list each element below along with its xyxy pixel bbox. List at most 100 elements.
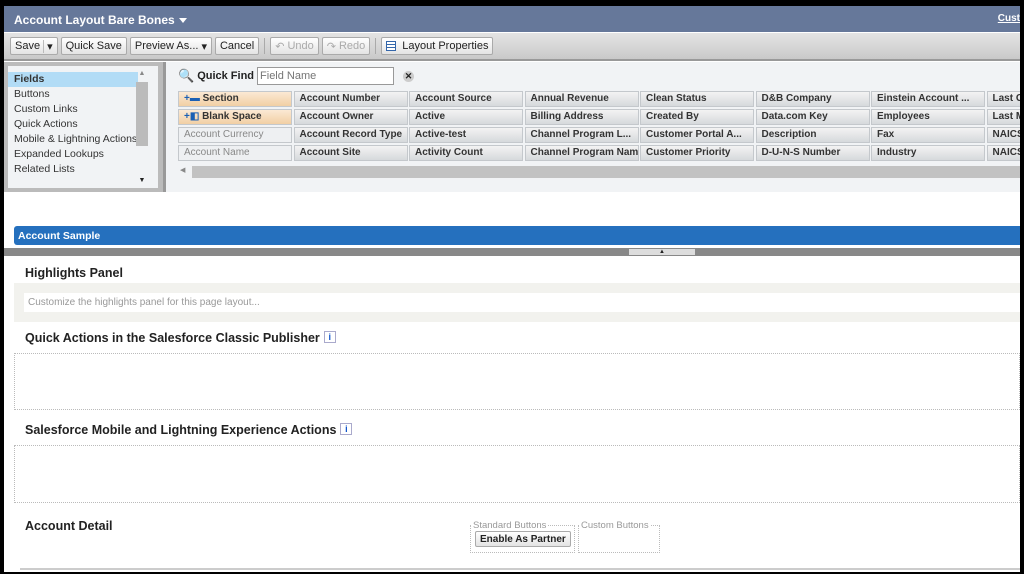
cancel-button[interactable]: Cancel [214, 37, 260, 55]
palette-resize-bar[interactable]: ▲ [4, 248, 1020, 256]
palette-fields: 🔍 Quick Find ✕ +▬ Section Account Number A… [163, 62, 1020, 192]
palette-field-label: Clean Status [646, 93, 707, 104]
palette-field-label: D-U-N-S Number [761, 147, 841, 158]
redo-button[interactable]: ↷ Redo [321, 37, 371, 55]
collapse-handle-icon[interactable]: ▲ [629, 249, 695, 255]
preview-as-label: Preview As... [134, 40, 199, 52]
palette-field[interactable]: Account Number [293, 91, 408, 107]
palette: Fields Buttons Custom Links Quick Actions Mo… [4, 62, 1020, 256]
palette-field[interactable]: Customer Priority [640, 145, 754, 161]
palette-field[interactable]: Channel Program Name [524, 145, 639, 161]
header-link[interactable]: Cust [998, 13, 1020, 24]
palette-field-label: Active-test [415, 129, 467, 140]
category-scrollbar[interactable]: ▲ ▼ [136, 70, 148, 184]
caret-down-icon[interactable]: ▾ [43, 39, 53, 53]
quick-actions-label: Quick Actions in the Salesforce Classic … [25, 331, 320, 345]
scroll-thumb[interactable] [192, 166, 1020, 178]
undo-icon: ↶ [275, 40, 285, 53]
palette-field[interactable]: D-U-N-S Number [755, 145, 870, 161]
palette-field-label: Channel Program Name [530, 147, 639, 158]
palette-field-label: Billing Address [530, 111, 604, 122]
palette-field[interactable]: Customer Portal A... [640, 127, 754, 143]
palette-field-label: Fax [877, 129, 895, 140]
palette-field[interactable]: Account Name [178, 145, 292, 161]
palette-field[interactable]: Clean Status [640, 91, 754, 107]
quick-find-input[interactable] [257, 67, 395, 85]
highlights-panel[interactable]: Customize the highlights panel for this … [14, 283, 1020, 322]
palette-field[interactable]: Annual Revenue [524, 91, 639, 107]
palette-field-label: Activity Count [415, 147, 483, 158]
palette-field[interactable]: +▬ Section [178, 91, 292, 107]
palette-field[interactable]: Account Site [293, 145, 408, 161]
palette-field[interactable]: Employees [871, 109, 985, 125]
palette-field[interactable]: NAICS D [986, 145, 1020, 161]
caret-down-icon: ▾ [201, 40, 207, 53]
palette-field[interactable]: Last Mo [986, 109, 1021, 125]
info-icon[interactable]: i [340, 423, 353, 435]
scroll-thumb[interactable] [136, 82, 148, 146]
properties-icon [386, 41, 397, 51]
palette-field-label: Last Mo [992, 111, 1021, 122]
palette-field[interactable]: Account Record Type [293, 127, 408, 143]
palette-field[interactable]: Created By [640, 109, 754, 125]
save-button[interactable]: Save ▾ [10, 37, 58, 55]
account-detail-title: Account Detail [25, 519, 113, 533]
palette-field[interactable]: NAICS C [986, 127, 1020, 143]
palette-field[interactable]: Activity Count [409, 145, 523, 161]
layout-properties-button[interactable]: Layout Properties [381, 37, 494, 55]
palette-field[interactable]: Description [755, 127, 870, 143]
clear-icon[interactable]: ✕ [403, 70, 415, 82]
palette-field[interactable]: Industry [871, 145, 985, 161]
quick-actions-dropzone[interactable] [14, 353, 1020, 410]
palette-field[interactable]: Account Source [409, 91, 523, 107]
quick-save-button[interactable]: Quick Save [60, 37, 127, 55]
palette-field-label: Account Record Type [299, 129, 403, 140]
palette-field[interactable]: Account Owner [293, 109, 408, 125]
scroll-left-icon[interactable]: ◀ [180, 166, 185, 174]
palette-field-label: Industry [877, 147, 917, 158]
scroll-down-icon[interactable]: ▼ [136, 177, 148, 184]
palette-field-label: Einstein Account ... [877, 93, 970, 104]
palette-field[interactable]: Fax [871, 127, 985, 143]
mobile-actions-title: Salesforce Mobile and Lightning Experien… [25, 423, 353, 437]
palette-field-label: Blank Space [202, 111, 262, 122]
palette-field[interactable]: Einstein Account ... [871, 91, 985, 107]
palette-field[interactable]: Data.com Key [755, 109, 870, 125]
search-icon: 🔍 [178, 68, 195, 83]
palette-field[interactable]: Channel Program L... [524, 127, 639, 143]
divider [20, 568, 1020, 570]
highlights-hint: Customize the highlights panel for this … [24, 293, 1020, 312]
palette-field[interactable]: D&B Company [755, 91, 870, 107]
palette-field[interactable]: Active [409, 109, 523, 125]
field-grid-scrollbar[interactable]: ◀ [178, 166, 1020, 178]
palette-field-label: Section [202, 93, 239, 104]
palette-field-label: D&B Company [761, 93, 832, 104]
palette-field[interactable]: Billing Address [524, 109, 639, 125]
palette-field[interactable]: Last Co [986, 91, 1020, 107]
palette-field[interactable]: +◧ Blank Space [178, 109, 292, 125]
info-icon[interactable]: i [323, 331, 336, 343]
section-icon: +▬ [184, 93, 203, 104]
palette-field[interactable]: Account Currency [178, 127, 292, 143]
palette-field-label: Employees [877, 111, 930, 122]
divider [375, 38, 377, 54]
standard-buttons-group: Standard Buttons Enable As Partner [470, 520, 575, 553]
scroll-up-icon[interactable]: ▲ [136, 70, 148, 77]
field-grid: +▬ Section Account Number Account Source An… [178, 91, 1020, 161]
layout-properties-label: Layout Properties [402, 40, 489, 52]
mobile-actions-dropzone[interactable] [14, 445, 1020, 503]
palette-field-label: Account Source [415, 93, 492, 104]
palette-field[interactable]: Active-test [409, 127, 523, 143]
page-layout-editor: Account Layout Bare Bones Cust Save ▾ Qui… [4, 6, 1020, 572]
enable-as-partner-button[interactable]: Enable As Partner [475, 531, 571, 547]
layout-header: Account Layout Bare Bones Cust [4, 6, 1020, 32]
palette-field-label: Account Number [299, 93, 381, 104]
layout-title[interactable]: Account Layout Bare Bones [14, 13, 175, 27]
custom-buttons-group: Custom Buttons [578, 520, 660, 553]
chevron-down-icon[interactable] [178, 18, 187, 27]
palette-field-label: Account Site [299, 147, 361, 158]
preview-as-button[interactable]: Preview As... ▾ [129, 37, 212, 55]
palette-field-label: Account Owner [299, 111, 374, 122]
palette-category-item[interactable]: Fields [8, 72, 138, 87]
undo-button[interactable]: ↶ Undo [270, 37, 319, 55]
